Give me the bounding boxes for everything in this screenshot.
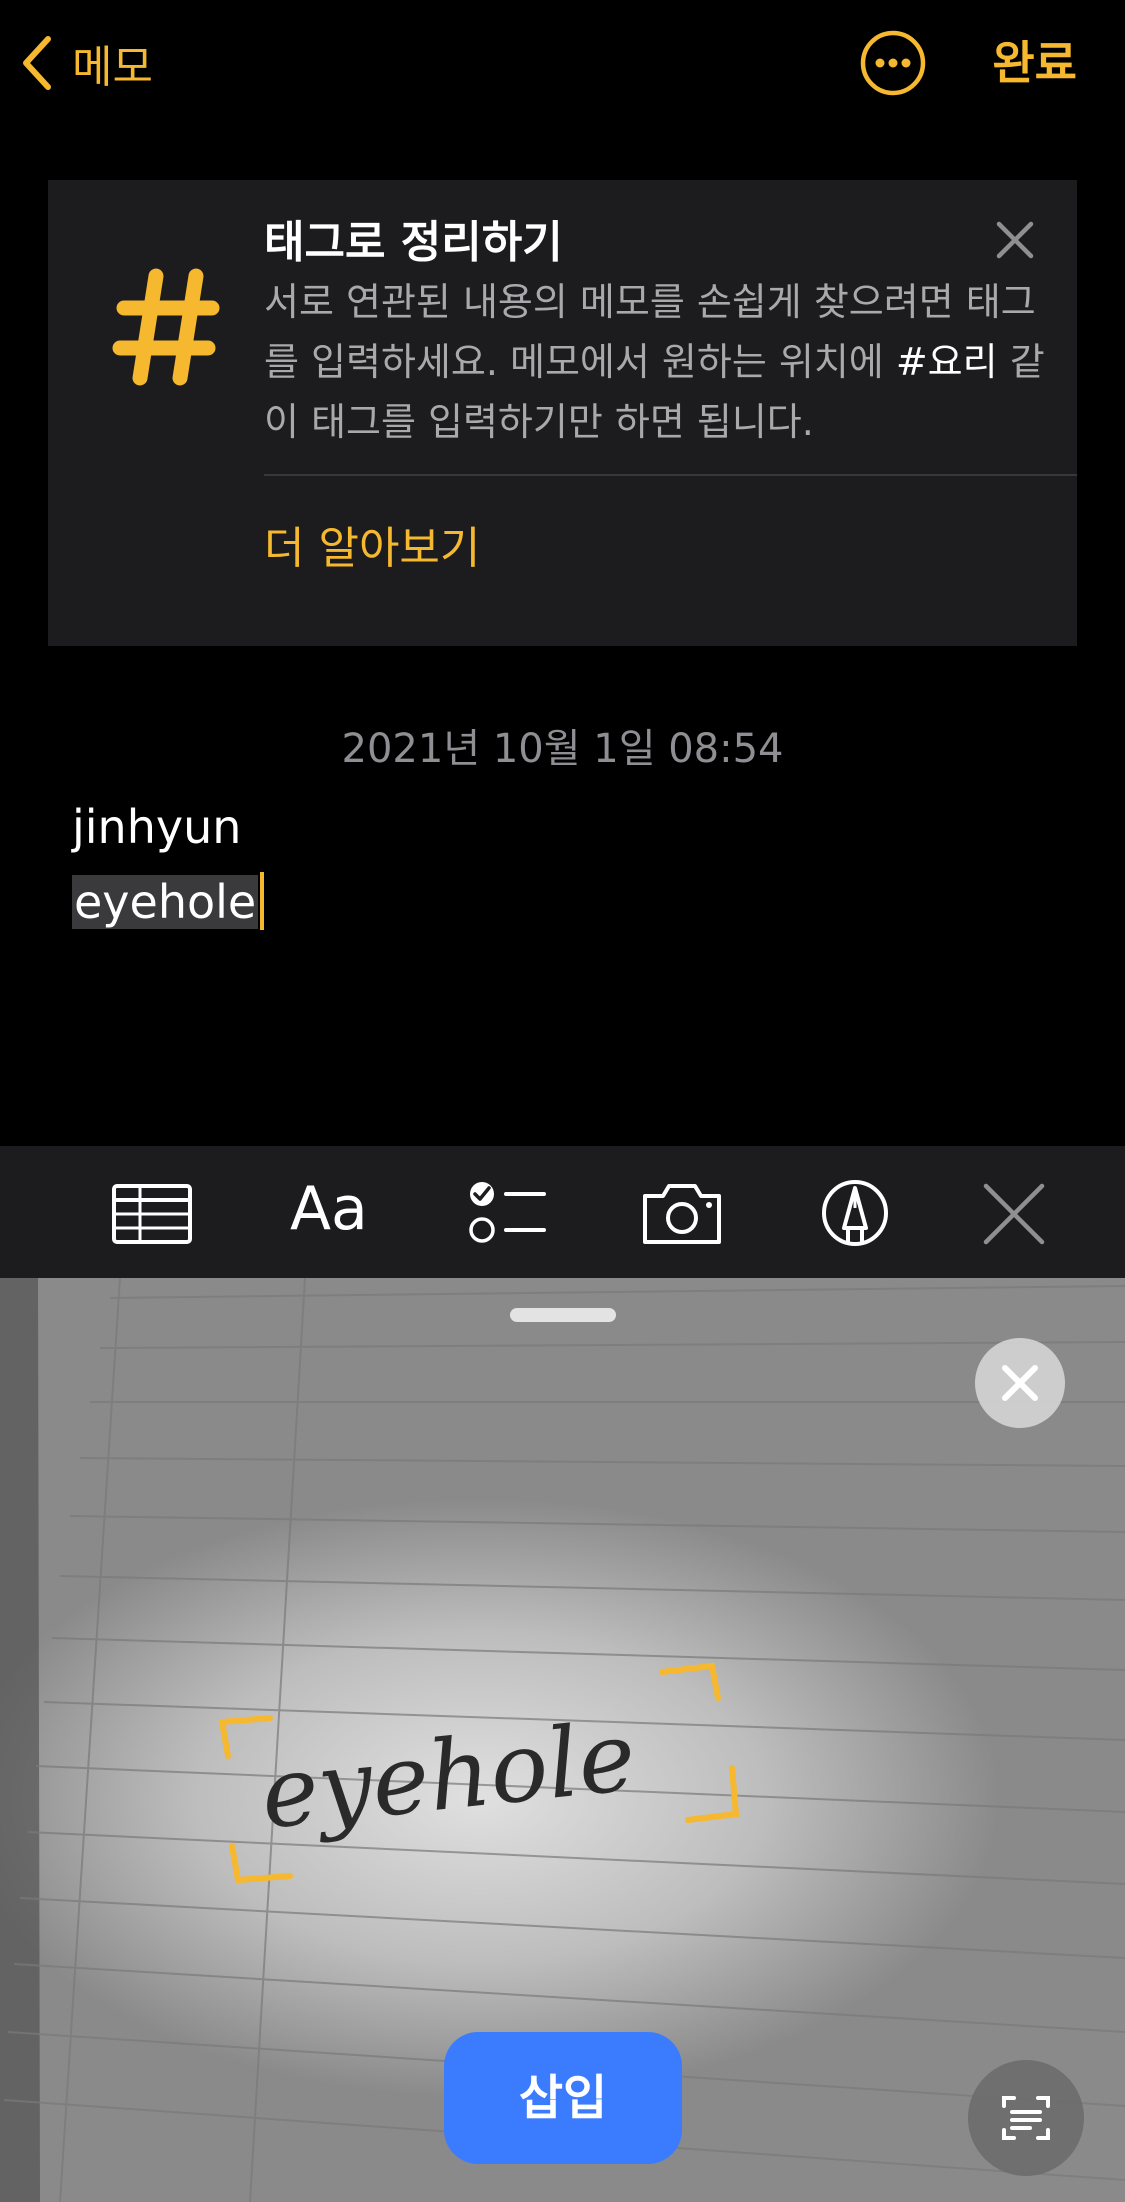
format-button[interactable]: Aa xyxy=(290,1174,368,1244)
close-icon[interactable] xyxy=(966,1178,1056,1248)
chevron-left-icon xyxy=(23,36,51,90)
hashtag-icon xyxy=(112,268,220,386)
divider xyxy=(264,474,1077,476)
tip-body: 서로 연관된 내용의 메모를 손쉽게 찾으려면 태그를 입력하세요. 메모에서 … xyxy=(264,280,1045,444)
svg-text:eyehole: eyehole xyxy=(256,1700,641,1848)
markup-pen-icon[interactable] xyxy=(810,1178,900,1248)
table-icon[interactable] xyxy=(108,1178,198,1248)
checklist-icon[interactable] xyxy=(464,1178,554,1248)
back-label: 메모 xyxy=(72,42,153,93)
handwritten-text: eyehole xyxy=(256,1700,641,1848)
learn-more-link[interactable]: 더 알아보기 xyxy=(264,512,480,576)
format-toolbar: Aa xyxy=(0,1146,1125,1278)
text-scan-icon[interactable] xyxy=(968,2060,1084,2176)
done-button[interactable]: 완료 xyxy=(992,30,1077,96)
ellipsis-circle-icon[interactable] xyxy=(860,30,926,96)
tag-example: #요리 xyxy=(895,340,998,384)
close-icon[interactable] xyxy=(975,1338,1065,1428)
tip-title: 태그로 정리하기 xyxy=(264,217,563,268)
camera-icon[interactable] xyxy=(637,1178,727,1248)
back-button[interactable]: 메모 xyxy=(22,30,153,96)
note-line-selected[interactable]: eyehole xyxy=(72,872,265,930)
sheet-grabber[interactable] xyxy=(510,1308,616,1322)
camera-live-text-view[interactable]: eyehole 삽입 xyxy=(0,1278,1125,2202)
close-icon[interactable] xyxy=(993,218,1037,262)
note-line[interactable]: jinhyun xyxy=(72,800,241,854)
tag-tip-card: 태그로 정리하기 서로 연관된 내용의 메모를 손쉽게 찾으려면 태그를 입력하… xyxy=(48,180,1077,646)
insert-button[interactable]: 삽입 xyxy=(444,2032,682,2164)
note-date: 2021년 10월 1일 08:54 xyxy=(341,726,784,772)
text-cursor xyxy=(260,872,265,930)
